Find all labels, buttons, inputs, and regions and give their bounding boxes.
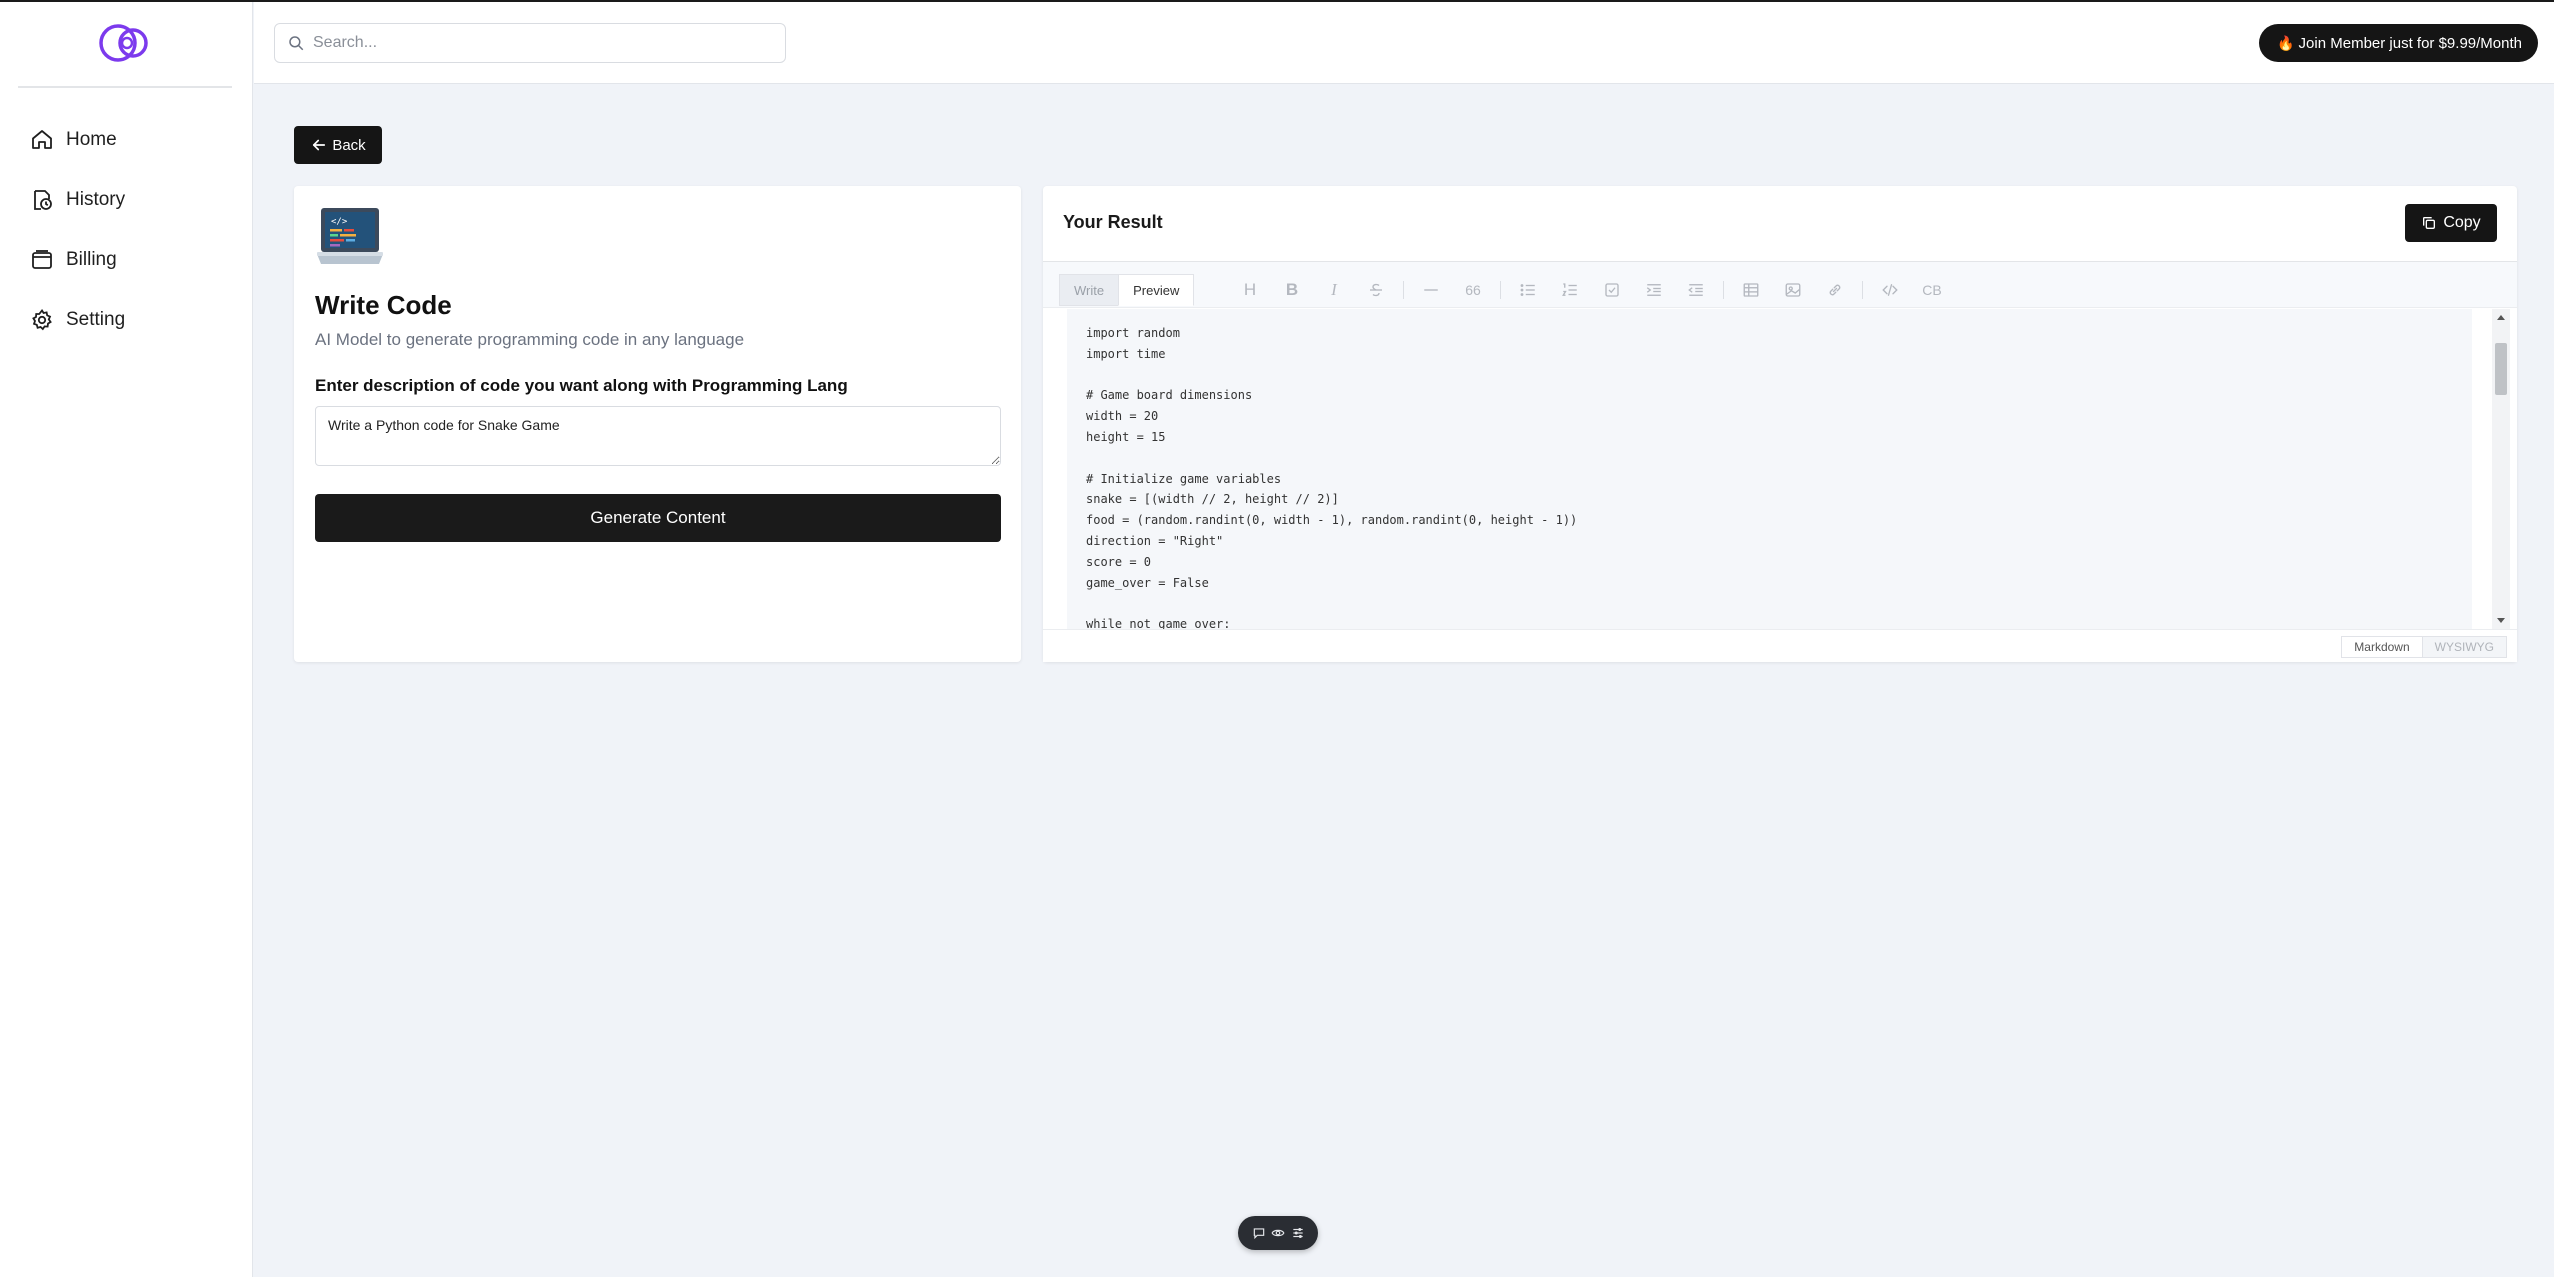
svg-text:</>: </> — [331, 217, 348, 227]
markdown-editor: Write Preview H B I 66 CB import random … — [1043, 261, 2517, 662]
history-icon — [34, 190, 52, 210]
back-label: Back — [332, 136, 366, 154]
template-form-card: </> Write Code AI Model to generate prog… — [294, 186, 1021, 662]
search-input[interactable] — [313, 34, 773, 52]
outdent-icon — [1688, 284, 1703, 296]
logo-icon[interactable] — [97, 22, 155, 64]
template-description: AI Model to generate programming code in… — [315, 330, 745, 349]
sidebar-item-setting[interactable]: Setting — [30, 300, 125, 340]
join-member-button[interactable]: 🔥 Join Member just for $9.99/Month — [2259, 24, 2538, 62]
gear-icon — [32, 308, 52, 331]
horizontal-rule-icon — [1424, 289, 1438, 291]
link-tool[interactable] — [1814, 274, 1856, 306]
editor-tabs: Write Preview — [1059, 274, 1195, 306]
indent-icon — [1646, 284, 1661, 296]
image-icon — [1785, 283, 1801, 297]
scroll-down-arrow-icon[interactable] — [2497, 618, 2505, 623]
mode-wysiwyg[interactable]: WYSIWYG — [2422, 636, 2507, 658]
italic-tool[interactable]: I — [1313, 274, 1355, 306]
join-member-label: Join Member just for $9.99/Month — [2298, 34, 2522, 52]
generate-content-button[interactable]: Generate Content — [315, 494, 1001, 542]
task-list-tool[interactable] — [1591, 274, 1633, 306]
laptop-code-icon: </> — [317, 208, 383, 264]
toolbar-divider — [1723, 281, 1724, 299]
editor-mode-bar: Markdown WYSIWYG — [1043, 629, 2517, 662]
sidebar-item-label: Setting — [66, 309, 126, 330]
editor-scrollbar[interactable] — [2492, 309, 2510, 629]
search-box[interactable] — [274, 23, 786, 63]
copy-button[interactable]: Copy — [2405, 204, 2497, 242]
search-icon — [289, 36, 304, 51]
inline-code-tool[interactable] — [1869, 274, 1911, 306]
toolbar-divider — [1500, 281, 1501, 299]
ordered-list-tool[interactable] — [1549, 274, 1591, 306]
editor-mode-switch: Markdown WYSIWYG — [2341, 636, 2507, 658]
wallet-icon — [32, 250, 52, 269]
sidebar-item-billing[interactable]: Billing — [30, 240, 125, 280]
code-icon — [1882, 284, 1898, 296]
code-block-tool[interactable]: CB — [1911, 274, 1953, 306]
result-title: Your Result — [1063, 212, 1163, 232]
checkbox-icon — [1605, 283, 1619, 297]
sidebar-item-label: Home — [66, 129, 117, 150]
back-button[interactable]: Back — [294, 126, 382, 164]
toolbar-divider — [1403, 281, 1404, 299]
flame-icon: 🔥 — [2277, 34, 2295, 51]
formatting-tools: H B I 66 CB — [1229, 274, 1953, 306]
top-bar: 🔥 Join Member just for $9.99/Month — [254, 2, 2554, 84]
image-tool[interactable] — [1772, 274, 1814, 306]
quote-tool[interactable]: 66 — [1452, 274, 1494, 306]
sidebar-divider — [18, 86, 232, 88]
tab-preview[interactable]: Preview — [1118, 274, 1195, 306]
sliders-icon[interactable] — [1291, 1226, 1305, 1240]
strikethrough-tool[interactable] — [1355, 274, 1397, 306]
template-title: Write Code — [315, 290, 452, 320]
prompt-textarea[interactable]: Write a Python code for Snake Game — [315, 406, 1001, 466]
ordered-list-icon — [1562, 283, 1577, 296]
indent-tool[interactable] — [1633, 274, 1675, 306]
heading-tool[interactable]: H — [1229, 274, 1271, 306]
editor-toolbar: Write Preview H B I 66 CB — [1043, 262, 2517, 308]
strikethrough-icon — [1370, 283, 1382, 297]
link-icon — [1829, 284, 1841, 296]
tab-write[interactable]: Write — [1059, 274, 1119, 306]
generated-code: import random import time # Game board d… — [1086, 326, 1578, 629]
toolbar-divider — [1862, 281, 1863, 299]
sidebar-item-label: History — [66, 189, 126, 210]
scroll-up-arrow-icon[interactable] — [2497, 315, 2505, 320]
outdent-tool[interactable] — [1675, 274, 1717, 306]
scroll-thumb[interactable] — [2495, 343, 2507, 395]
sidebar-item-label: Billing — [66, 249, 117, 270]
chat-icon[interactable] — [1252, 1226, 1266, 1240]
prompt-field-label: Enter description of code you want along… — [315, 376, 848, 395]
sidebar: Home History Billing Setting — [0, 2, 253, 1277]
mode-markdown[interactable]: Markdown — [2341, 636, 2423, 658]
copy-label: Copy — [2443, 214, 2481, 231]
result-card: Your Result Copy Write Preview H B I 66 … — [1043, 186, 2517, 662]
home-icon — [32, 130, 52, 149]
bullet-list-tool[interactable] — [1507, 274, 1549, 306]
copy-icon — [2423, 217, 2436, 229]
sidebar-item-home[interactable]: Home — [30, 120, 125, 160]
table-icon — [1743, 283, 1759, 297]
bold-tool[interactable]: B — [1271, 274, 1313, 306]
code-preview[interactable]: import random import time # Game board d… — [1067, 309, 2472, 629]
eye-icon[interactable] — [1271, 1226, 1285, 1240]
floating-toolbar — [1238, 1216, 1318, 1250]
sidebar-nav: Home History Billing Setting — [30, 120, 125, 360]
horizontal-rule-tool[interactable] — [1410, 274, 1452, 306]
table-tool[interactable] — [1730, 274, 1772, 306]
sidebar-item-history[interactable]: History — [30, 180, 125, 220]
bullet-list-icon — [1520, 284, 1535, 296]
arrow-left-icon — [313, 139, 326, 151]
